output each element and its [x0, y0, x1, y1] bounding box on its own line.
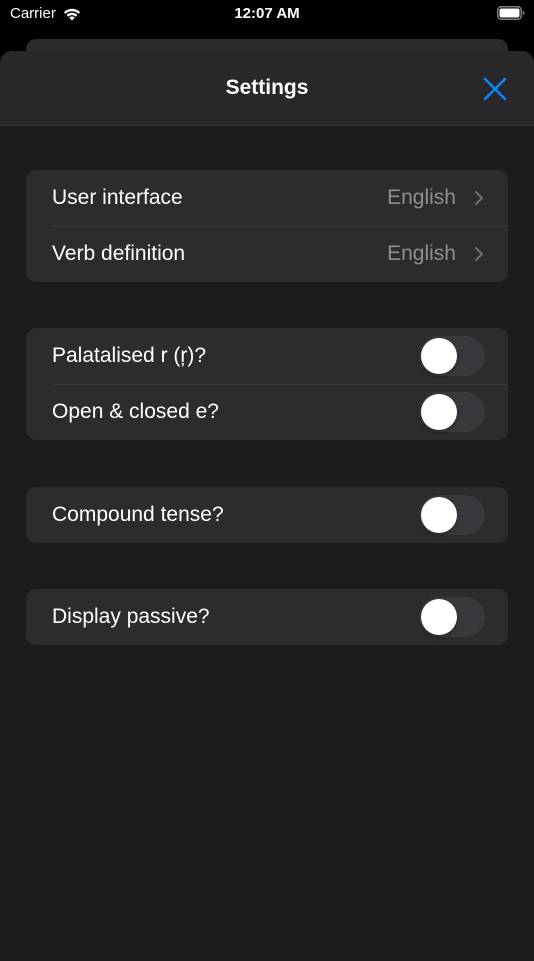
navigation-bar: Settings [0, 51, 534, 126]
language-settings-group: User interface English Verb definition E… [26, 170, 508, 282]
open-closed-e-row: Open & closed e? [26, 384, 508, 440]
passive-settings-group: Display passive? [26, 589, 508, 645]
row-label: Display passive? [52, 605, 210, 628]
toggle-knob [421, 394, 457, 430]
row-label: Verb definition [52, 242, 186, 265]
row-value: English [387, 242, 456, 265]
row-value: English [387, 186, 456, 209]
display-passive-row: Display passive? [26, 589, 508, 645]
row-label: User interface [52, 186, 183, 209]
page-title: Settings [225, 76, 309, 99]
user-interface-language-row[interactable]: User interface English [26, 170, 508, 226]
row-label: Compound tense? [52, 503, 224, 526]
row-label: Palatalised r (ŗ)? [52, 344, 207, 367]
close-button[interactable] [480, 74, 510, 104]
tense-settings-group: Compound tense? [26, 487, 508, 543]
status-bar: Carrier 12:07 AM [0, 0, 534, 30]
chevron-right-icon [475, 191, 483, 205]
verb-definition-language-row[interactable]: Verb definition English [26, 226, 508, 282]
display-passive-toggle[interactable] [419, 597, 485, 637]
close-icon [483, 77, 507, 101]
compound-tense-row: Compound tense? [26, 487, 508, 543]
chevron-right-icon [475, 247, 483, 261]
toggle-knob [421, 497, 457, 533]
palatalised-r-toggle[interactable] [419, 336, 485, 376]
battery-icon [497, 6, 525, 20]
open-closed-e-toggle[interactable] [419, 392, 485, 432]
status-time: 12:07 AM [234, 5, 300, 22]
pronunciation-settings-group: Palatalised r (ŗ)? Open & closed e? [26, 328, 508, 440]
toggle-knob [421, 338, 457, 374]
toggle-knob [421, 599, 457, 635]
compound-tense-toggle[interactable] [419, 495, 485, 535]
palatalised-r-row: Palatalised r (ŗ)? [26, 328, 508, 384]
row-label: Open & closed e? [52, 400, 219, 423]
